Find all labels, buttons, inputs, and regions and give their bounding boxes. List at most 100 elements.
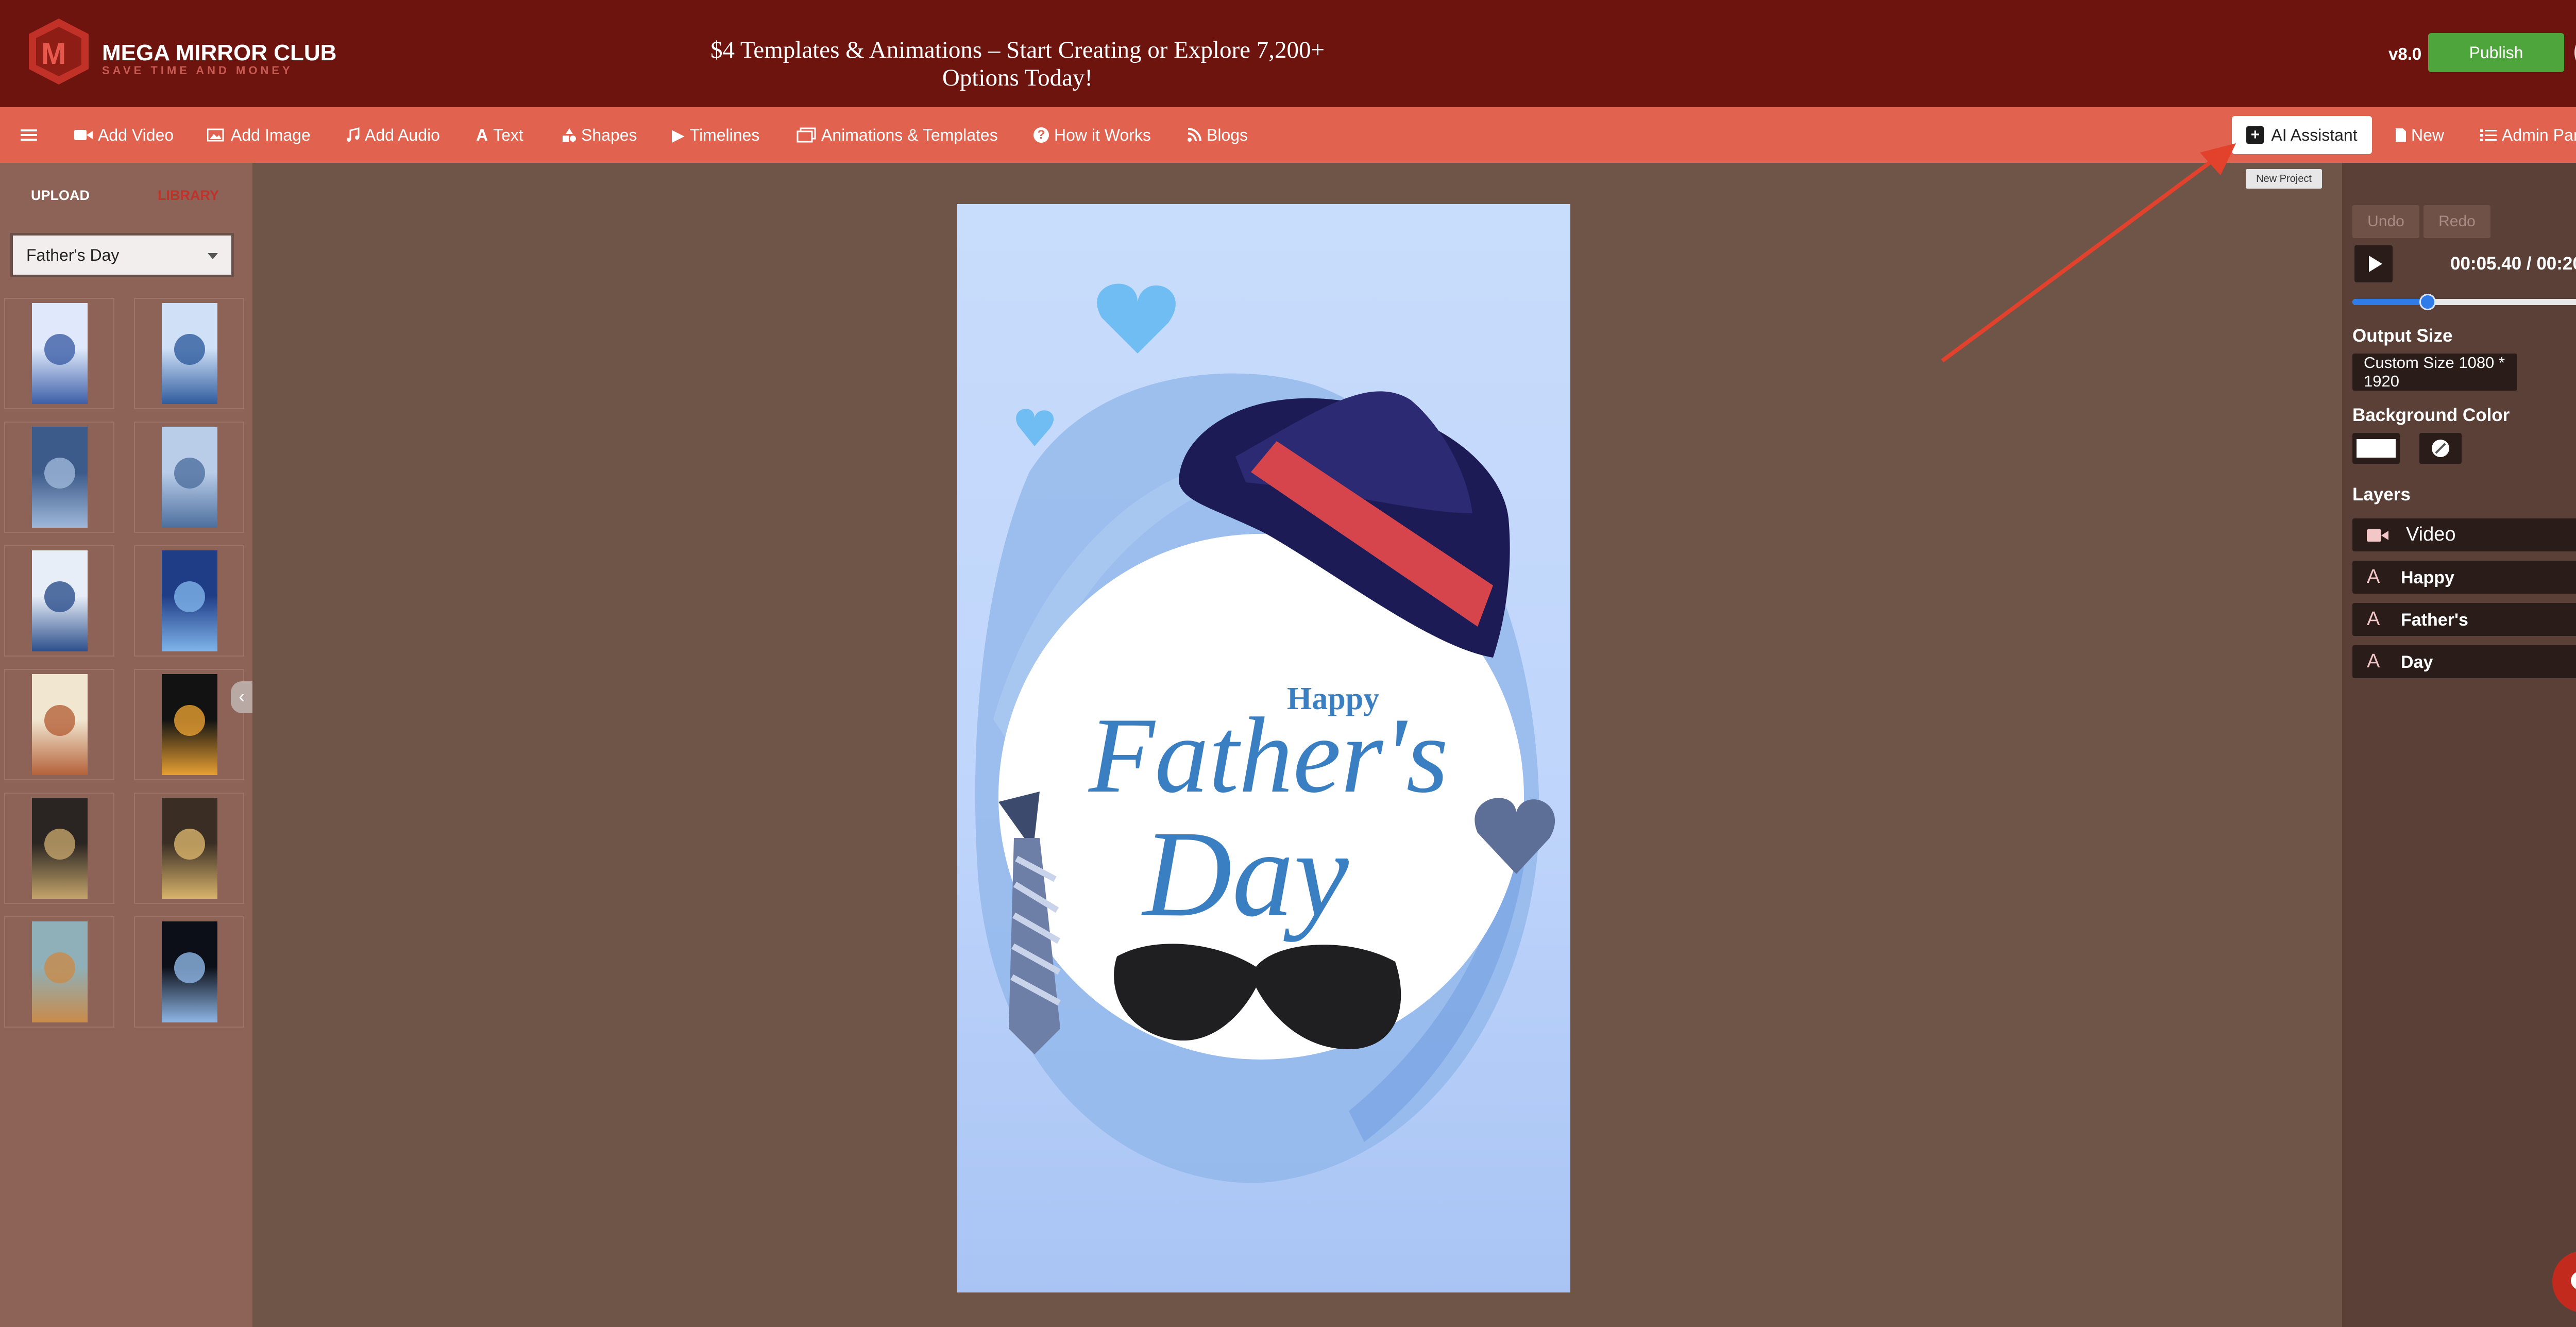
play-button[interactable] [2354,245,2393,282]
blogs-button[interactable]: Blogs [1186,107,1248,163]
tab-library[interactable]: LIBRARY [158,188,219,204]
background-color-swatch[interactable] [2352,433,2400,464]
redo-button[interactable]: Redo [2424,205,2490,238]
template-thumbnail[interactable] [32,550,88,651]
template-thumbnail-cell [134,545,244,657]
blog-icon [1188,128,1201,142]
hamburger-icon [21,127,37,143]
layer-item-fathers[interactable]: A Father's [2352,603,2576,636]
day-text[interactable]: Day [1141,805,1349,942]
timecode: 00:05.40 / 00:20.04 [2450,254,2576,274]
text-button[interactable]: A Text [476,107,523,163]
layer-item-video[interactable]: Video [2352,518,2576,551]
layer-name: Day [2401,652,2433,672]
new-project-button[interactable]: New [2395,107,2444,163]
blogs-label: Blogs [1207,125,1248,144]
clear-color-button[interactable] [2419,433,2462,464]
template-thumbnail[interactable] [32,798,88,899]
thumbnail-motif [174,581,205,612]
fathers-day-artwork: Happy Father's Day [975,283,1555,1183]
question-icon: ? [1033,127,1049,143]
text-label: Text [493,125,523,144]
version-label: v8.0 [2388,44,2422,63]
thumbnail-motif [44,952,75,983]
template-thumbnail[interactable] [32,921,88,1022]
template-thumbnail-cell [4,298,114,409]
thumbnail-motif [44,705,75,736]
add-video-button[interactable]: Add Video [74,107,174,163]
brand-tagline: SAVE TIME AND MONEY [102,64,293,77]
animations-templates-button[interactable]: Animations & Templates [796,107,998,163]
top-bar: M MEGA MIRROR CLUB SAVE TIME AND MONEY $… [0,0,2576,107]
add-video-label: Add Video [98,125,174,144]
template-thumbnail-cell [134,669,244,780]
left-panel: UPLOAD LIBRARY Father's Day ‹ [0,163,252,1327]
svg-text:M: M [41,37,66,71]
thumbnail-motif [44,581,75,612]
timeline-scrubber[interactable] [2352,294,2576,310]
template-thumbnail[interactable] [32,303,88,404]
layer-name: Happy [2401,568,2454,587]
layers-heading: Layers [2352,484,2411,505]
add-audio-button[interactable]: Add Audio [345,107,440,163]
shapes-icon [563,128,576,142]
timeline-handle[interactable] [2419,294,2436,310]
template-thumbnail[interactable] [162,427,217,528]
template-thumbnail[interactable] [162,550,217,651]
text-icon: A [2367,650,2380,672]
undo-button[interactable]: Undo [2352,205,2419,238]
template-thumbnail-cell [4,422,114,533]
timelines-button[interactable]: ▶ Timelines [672,107,759,163]
list-icon [2480,129,2497,141]
chevron-left-icon: ‹ [239,687,245,707]
timelines-label: Timelines [689,125,760,144]
how-it-works-label: How it Works [1054,125,1151,144]
templates-icon [796,127,816,143]
template-thumbnail-cell [134,422,244,533]
ai-plus-icon: + [2246,126,2264,144]
menu-toggle-button[interactable] [21,107,41,163]
template-thumbnail[interactable] [162,303,217,404]
template-thumbnail[interactable] [162,674,217,775]
video-camera-icon [2367,529,2388,542]
fathers-text[interactable]: Father's [1088,696,1448,815]
layer-item-happy[interactable]: A Happy [2352,561,2576,594]
thumbnail-motif [174,829,205,860]
template-thumbnail-cell [4,545,114,657]
tab-upload[interactable]: UPLOAD [31,188,90,204]
output-size-select[interactable]: Custom Size 1080 * 1920 [2352,354,2517,391]
ai-assistant-button[interactable]: + AI Assistant [2232,116,2372,154]
template-thumbnail[interactable] [162,798,217,899]
ai-assistant-label: AI Assistant [2271,125,2358,144]
collapse-panel-button[interactable]: ‹ [231,681,252,713]
template-thumbnail[interactable] [32,674,88,775]
add-image-button[interactable]: Add Image [207,107,311,163]
template-thumbnail-cell [4,916,114,1028]
thumbnail-motif [44,458,75,489]
play-icon: ▶ [672,126,685,144]
admin-panel-button[interactable]: Admin Panel [2480,107,2576,163]
animations-templates-label: Animations & Templates [821,125,998,144]
category-value: Father's Day [26,245,120,264]
how-it-works-button[interactable]: ? How it Works [1033,107,1151,163]
brand-logo-icon[interactable]: M [25,16,93,87]
template-thumbnail-cell [4,669,114,780]
no-color-icon [2432,440,2449,457]
annotation-arrow-icon [1941,143,2236,363]
category-dropdown[interactable]: Father's Day [10,233,234,277]
template-thumbnail[interactable] [162,921,217,1022]
video-icon [74,130,93,140]
design-canvas[interactable]: Happy Father's Day [957,204,1570,1292]
shapes-label: Shapes [581,125,637,144]
shapes-button[interactable]: Shapes [562,107,637,163]
layer-item-day[interactable]: A Day [2352,645,2576,678]
publish-button[interactable]: Publish [2428,33,2564,72]
template-thumbnail[interactable] [32,427,88,528]
text-icon: A [476,125,488,144]
new-label: New [2411,125,2445,144]
background-color-heading: Background Color [2352,405,2510,425]
brand-name: MEGA MIRROR CLUB [102,40,337,65]
layer-name: Father's [2401,610,2468,630]
properties-panel: Undo Redo 00:05.40 / 00:20.04 Output Siz… [2342,163,2576,1327]
timeline-progress [2352,299,2428,305]
